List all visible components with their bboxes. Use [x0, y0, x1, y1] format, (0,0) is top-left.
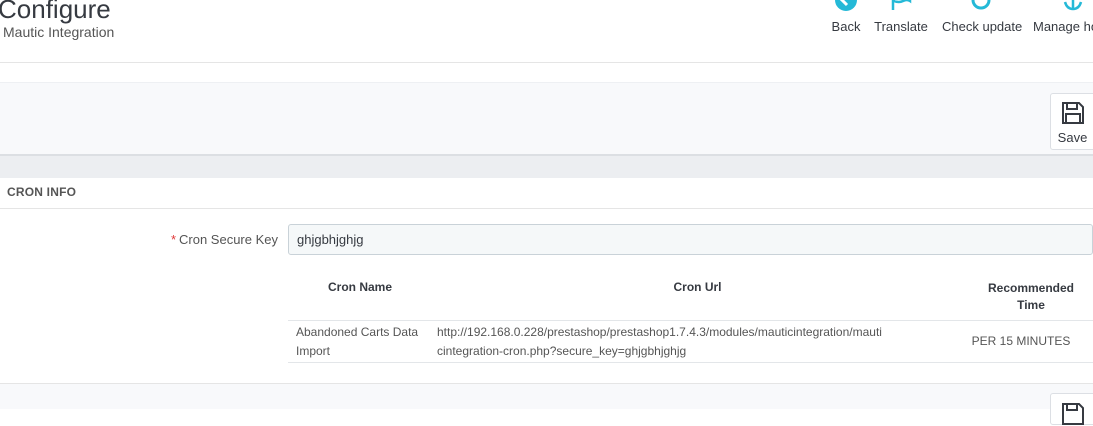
back-button[interactable]: Back	[830, 0, 862, 34]
column-header-cron-name: Cron Name	[327, 280, 392, 294]
refresh-icon	[971, 0, 991, 10]
required-asterisk: *	[170, 232, 176, 247]
panel-heading-divider	[0, 208, 1093, 209]
table-cell-cron-url: http://192.168.0.228/prestashop/prestash…	[437, 325, 882, 358]
manage-hooks-button[interactable]: Manage ho	[1033, 0, 1093, 34]
table-header-divider	[288, 320, 1093, 321]
header-divider	[0, 62, 1093, 63]
manage-hooks-label: Manage ho	[1033, 19, 1093, 34]
panel-footer	[0, 384, 1093, 409]
save-button-bottom[interactable]	[1050, 393, 1093, 425]
save-label: Save	[1057, 130, 1088, 145]
table-cell-recommended-time: PER 15 MINUTES	[971, 334, 1071, 348]
translate-label: Translate	[874, 19, 928, 34]
anchor-icon	[1063, 0, 1083, 11]
floppy-disk-icon	[1062, 102, 1084, 124]
column-header-recommended-time: Recommended Time	[987, 281, 1075, 312]
check-update-label: Check update	[942, 19, 1023, 34]
back-label: Back	[831, 19, 861, 34]
floppy-disk-icon	[1062, 403, 1084, 425]
check-update-button[interactable]: Check update	[942, 0, 1023, 34]
cron-secure-key-input[interactable]	[288, 224, 1093, 255]
page-subtitle: Mautic Integration	[3, 24, 115, 40]
table-cell-cron-name: Abandoned Carts Data Import	[296, 325, 419, 358]
panel-heading: CRON INFO	[7, 185, 77, 199]
table-row-divider	[288, 362, 1093, 363]
translate-button[interactable]: Translate	[873, 0, 929, 34]
section-separator	[0, 154, 1093, 178]
column-header-cron-url: Cron Url	[673, 280, 722, 294]
form-toolbar-panel	[0, 82, 1093, 155]
cron-secure-key-label: * Cron Secure Key	[150, 232, 278, 247]
back-arrow-icon	[835, 0, 857, 11]
flag-icon	[891, 0, 912, 10]
cron-secure-key-label-text: Cron Secure Key	[179, 232, 278, 247]
save-button-top[interactable]: Save	[1050, 93, 1093, 150]
page-title: Configure	[0, 0, 111, 24]
